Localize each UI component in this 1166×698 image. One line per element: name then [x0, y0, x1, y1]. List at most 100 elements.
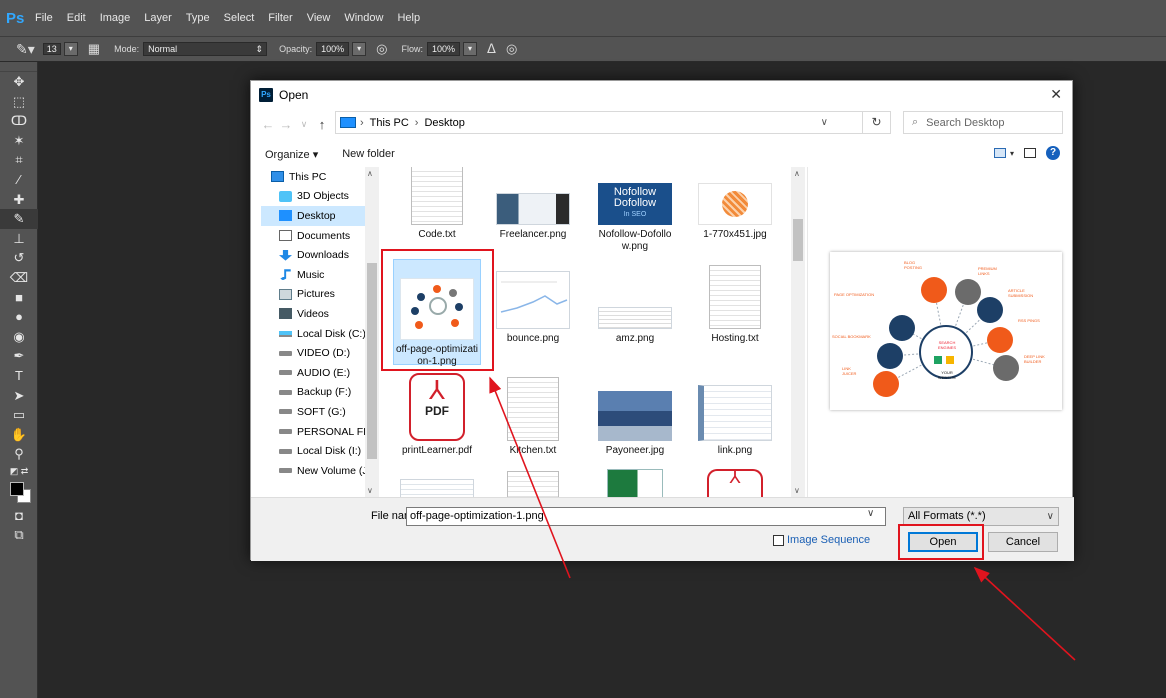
eyedropper-tool-icon[interactable]: ⁄ — [0, 170, 38, 190]
chevron-right-icon[interactable]: › — [415, 117, 419, 129]
mode-select[interactable]: Normal ⇕ — [143, 42, 268, 56]
file-item-partial[interactable]: ⅄ — [691, 468, 779, 497]
file-item-payoneer-jpg[interactable]: Payoneer.jpg — [591, 371, 679, 457]
file-item-1-770x451-jpg[interactable]: 1-770x451.jpg — [691, 167, 779, 241]
file-item-partial[interactable] — [393, 479, 481, 497]
menu-filter[interactable]: Filter — [261, 12, 299, 24]
file-item-amz-png[interactable]: amz.png — [591, 259, 679, 345]
menu-type[interactable]: Type — [179, 12, 217, 24]
foreground-color-swatch[interactable] — [10, 481, 24, 496]
organize-button[interactable]: Organize ▾ — [265, 148, 318, 161]
healing-brush-tool-icon[interactable]: ✚ — [0, 190, 38, 210]
flow-dropdown-button[interactable]: ▾ — [463, 42, 478, 56]
new-folder-button[interactable]: New folder — [342, 148, 395, 160]
scrollbar-thumb[interactable] — [793, 219, 803, 261]
preview-pane-icon[interactable] — [1024, 148, 1036, 158]
menu-view[interactable]: View — [300, 12, 338, 24]
file-name-input[interactable]: off-page-optimization-1.png — [406, 507, 886, 526]
gradient-tool-icon[interactable]: ■ — [0, 288, 38, 308]
file-item-partial[interactable] — [489, 471, 577, 497]
scroll-up-icon[interactable]: ∧ — [794, 169, 800, 178]
file-item-code-txt[interactable]: Code.txt — [393, 167, 481, 241]
cancel-button[interactable]: Cancel — [988, 532, 1058, 552]
nav-item-documents[interactable]: Documents — [261, 226, 379, 246]
scroll-up-icon[interactable]: ∧ — [367, 169, 373, 178]
breadcrumb-this-pc[interactable]: This PC — [370, 117, 409, 129]
menu-image[interactable]: Image — [93, 12, 138, 24]
address-bar[interactable]: › This PC › Desktop ∨ — [335, 111, 863, 134]
brush-preset-picker[interactable]: 13 ▾ — [42, 42, 78, 56]
swap-colors-icon[interactable]: ◩ ⇄ — [0, 464, 38, 478]
file-list-scrollbar[interactable]: ∧ ∨ — [791, 167, 805, 497]
opacity-input[interactable]: 100% — [316, 42, 350, 56]
pressure-opacity-icon[interactable]: ◎ — [376, 41, 387, 57]
breadcrumb-desktop[interactable]: Desktop — [424, 117, 464, 129]
menu-layer[interactable]: Layer — [137, 12, 179, 24]
marquee-tool-icon[interactable]: ⬚ — [0, 92, 38, 112]
nav-item-local-disk-c[interactable]: Local Disk (C:) — [261, 324, 379, 344]
image-sequence-option[interactable]: Image Sequence — [773, 534, 870, 546]
file-item-link-png[interactable]: link.png — [691, 371, 779, 457]
chevron-down-icon[interactable]: ∨ — [821, 117, 828, 128]
blur-tool-icon[interactable]: ● — [0, 307, 38, 327]
close-icon[interactable]: ✕ — [1050, 86, 1062, 103]
zoom-tool-icon[interactable]: ⚲ — [0, 444, 38, 464]
type-tool-icon[interactable]: T — [0, 366, 38, 386]
scroll-down-icon[interactable]: ∨ — [794, 486, 800, 495]
pen-tool-icon[interactable]: ✒ — [0, 346, 38, 366]
nav-item-downloads[interactable]: Downloads — [261, 245, 379, 265]
scroll-down-icon[interactable]: ∨ — [367, 486, 373, 495]
brush-panel-icon[interactable]: ▦ — [88, 41, 100, 57]
menu-help[interactable]: Help — [390, 12, 427, 24]
menu-file[interactable]: File — [28, 12, 60, 24]
nav-item-desktop[interactable]: Desktop — [261, 206, 379, 226]
panel-grip[interactable] — [0, 62, 37, 72]
nav-item-soft-g[interactable]: SOFT (G:) — [261, 402, 379, 422]
hand-tool-icon[interactable]: ✋ — [0, 425, 38, 445]
nav-item-audio-e[interactable]: AUDIO (E:) — [261, 363, 379, 383]
nav-item-local-disk-i[interactable]: Local Disk (I:) — [261, 441, 379, 461]
path-selection-tool-icon[interactable]: ➤ — [0, 386, 38, 406]
lasso-tool-icon[interactable]: ↀ — [0, 111, 38, 131]
history-brush-tool-icon[interactable]: ↺ — [0, 248, 38, 268]
nav-item-personal-files[interactable]: PERSONAL FILES — [261, 422, 379, 442]
eraser-tool-icon[interactable]: ⌫ — [0, 268, 38, 288]
rectangle-tool-icon[interactable]: ▭ — [0, 405, 38, 425]
menu-window[interactable]: Window — [337, 12, 390, 24]
nav-item-video-d[interactable]: VIDEO (D:) — [261, 343, 379, 363]
clone-stamp-tool-icon[interactable]: ⊥ — [0, 229, 38, 249]
dodge-tool-icon[interactable]: ◉ — [0, 327, 38, 347]
up-arrow-icon[interactable]: ↑ — [313, 117, 331, 132]
refresh-icon[interactable]: ↻ — [863, 111, 891, 134]
nav-item-this-pc[interactable]: This PC — [261, 167, 379, 187]
nav-item-pictures[interactable]: Pictures — [261, 285, 379, 305]
file-item-freelancer-png[interactable]: Freelancer.png — [489, 167, 577, 241]
move-tool-icon[interactable]: ✥ — [0, 72, 38, 92]
opacity-dropdown-button[interactable]: ▾ — [352, 42, 367, 56]
chevron-down-icon[interactable]: ▾ — [1010, 149, 1014, 158]
flow-input[interactable]: 100% — [427, 42, 461, 56]
change-view-icon[interactable] — [993, 148, 1006, 158]
brush-tool-icon[interactable]: ✎▾ — [16, 41, 35, 58]
help-icon[interactable]: ? — [1046, 146, 1060, 160]
chevron-down-icon[interactable]: ▾ — [63, 42, 78, 56]
back-arrow-icon[interactable]: ← — [259, 117, 277, 132]
recent-locations-icon[interactable]: ∨ — [295, 119, 313, 130]
file-item-nofollow-dofollow-png[interactable]: Nofollow Dofollow In SEO Nofollow-Dofoll… — [591, 167, 679, 253]
quick-mask-icon[interactable]: ◘ — [0, 506, 38, 526]
brush-tool-icon[interactable]: ✎ — [0, 209, 38, 229]
file-item-hosting-txt[interactable]: Hosting.txt — [691, 259, 779, 345]
menu-select[interactable]: Select — [217, 12, 262, 24]
pressure-size-icon[interactable]: ◎ — [506, 41, 517, 57]
chevron-right-icon[interactable]: › — [360, 117, 364, 129]
airbrush-icon[interactable]: ᐃ — [487, 41, 496, 57]
nav-item-3d-objects[interactable]: 3D Objects — [261, 187, 379, 207]
nav-item-videos[interactable]: Videos — [261, 304, 379, 324]
scrollbar-thumb[interactable] — [367, 263, 377, 459]
file-item-partial[interactable] — [591, 469, 679, 497]
nav-item-new-volume-j[interactable]: New Volume (J:) — [261, 461, 379, 481]
screen-mode-icon[interactable]: ⧉ — [0, 525, 38, 545]
search-input[interactable]: ⌕ Search Desktop — [903, 111, 1063, 134]
crop-tool-icon[interactable]: ⌗ — [0, 150, 38, 170]
color-swatches[interactable] — [0, 478, 37, 506]
